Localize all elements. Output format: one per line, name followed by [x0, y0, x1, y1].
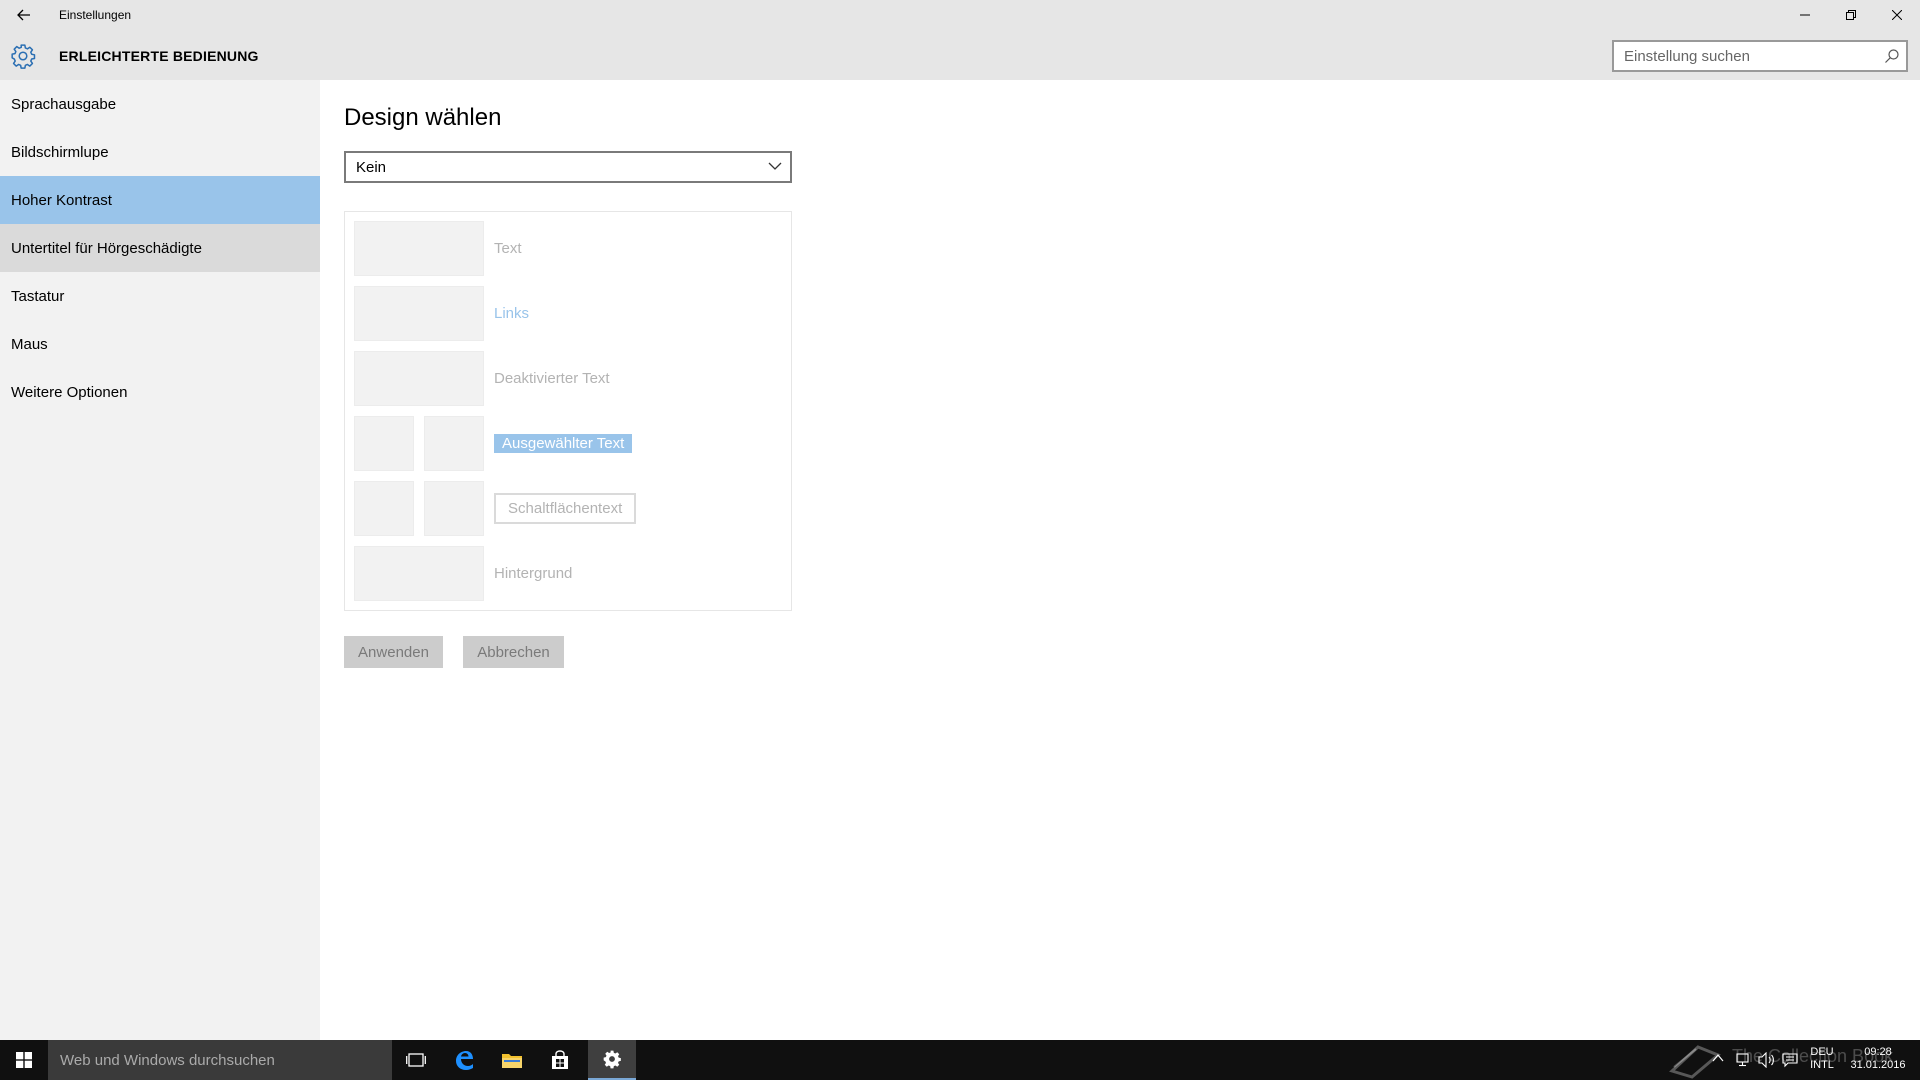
contrast-preview-panel: Text Links Deaktivierter Text Ausgewählt… [344, 211, 792, 611]
preview-disabled-text-label: Deaktivierter Text [494, 370, 610, 387]
preview-text-label: Text [494, 240, 522, 257]
text-color-swatch[interactable] [354, 221, 484, 276]
cancel-button[interactable]: Abbrechen [463, 636, 564, 668]
back-arrow-icon [17, 9, 30, 21]
preview-links-label: Links [494, 305, 530, 322]
minimize-icon [1800, 14, 1810, 16]
disabled-text-color-swatch[interactable] [354, 351, 484, 406]
windows-logo-icon [16, 1052, 32, 1068]
language-code: DEU [1810, 1046, 1834, 1058]
apply-button[interactable]: Anwenden [344, 636, 443, 668]
restore-button[interactable] [1828, 0, 1874, 30]
page-header: ERLEICHTERTE BEDIENUNG [0, 30, 1920, 80]
input-language-indicator[interactable]: DEU INTL [1806, 1046, 1838, 1072]
minimize-button[interactable] [1782, 0, 1828, 30]
settings-search-box[interactable] [1612, 40, 1908, 72]
folder-icon [502, 1054, 522, 1068]
page-title: Design wählen [344, 104, 502, 131]
restore-icon [1846, 10, 1856, 20]
sidebar-item-tastatur[interactable]: Tastatur [0, 272, 320, 320]
preview-button-text-label: Schaltflächentext [494, 493, 637, 524]
chevron-up-icon[interactable] [1712, 1053, 1724, 1063]
clock-time: 09:28 [1864, 1046, 1892, 1058]
sidebar-item-bildschirmlupe[interactable]: Bildschirmlupe [0, 128, 320, 176]
gear-icon [11, 44, 36, 69]
file-explorer-button[interactable] [488, 1040, 536, 1080]
action-center-icon[interactable] [1782, 1052, 1798, 1068]
theme-dropdown-value: Kein [356, 158, 387, 176]
store-button[interactable] [536, 1040, 584, 1080]
network-icon[interactable] [1736, 1052, 1752, 1068]
sidebar-item-hoher-kontrast[interactable]: Hoher Kontrast [0, 176, 320, 224]
edge-icon [456, 1051, 473, 1070]
clock[interactable]: 09:28 31.01.2016 [1842, 1046, 1914, 1072]
title-bar: Einstellungen [0, 0, 1920, 30]
taskbar-search-box[interactable]: Web und Windows durchsuchen [48, 1040, 392, 1080]
sidebar-item-untertitel[interactable]: Untertitel für Hörgeschädigte [0, 224, 320, 272]
chevron-down-icon [768, 162, 782, 170]
settings-gear-icon [603, 1050, 621, 1069]
app-title: Einstellungen [59, 8, 132, 22]
close-icon [1892, 10, 1902, 20]
section-title: ERLEICHTERTE BEDIENUNG [59, 48, 259, 64]
start-button[interactable] [0, 1040, 48, 1080]
selected-text-bg-swatch[interactable] [424, 416, 484, 471]
keyboard-layout: INTL [1810, 1059, 1834, 1071]
button-text-fg-swatch[interactable] [354, 481, 414, 536]
taskbar: Web und Windows durchsuchen The Collecti… [0, 1040, 1920, 1080]
button-text-bg-swatch[interactable] [424, 481, 484, 536]
background-color-swatch[interactable] [354, 546, 484, 601]
edge-browser-button[interactable] [440, 1040, 488, 1080]
close-button[interactable] [1874, 0, 1920, 30]
task-view-button[interactable] [392, 1040, 440, 1080]
back-button[interactable] [0, 0, 48, 30]
store-bag-icon [552, 1050, 568, 1069]
volume-icon[interactable] [1758, 1052, 1776, 1068]
sidebar-item-weitere-optionen[interactable]: Weitere Optionen [0, 368, 320, 416]
search-icon[interactable] [1884, 48, 1900, 64]
selected-text-fg-swatch[interactable] [354, 416, 414, 471]
clock-date: 31.01.2016 [1850, 1059, 1906, 1071]
task-view-icon [406, 1053, 426, 1067]
links-color-swatch[interactable] [354, 286, 484, 341]
settings-app-button[interactable] [588, 1040, 636, 1080]
sidebar-item-maus[interactable]: Maus [0, 320, 320, 368]
preview-background-label: Hintergrund [494, 565, 573, 582]
sidebar: Sprachausgabe Bildschirmlupe Hoher Kontr… [0, 80, 320, 1040]
preview-selected-text-label: Ausgewählter Text [494, 434, 633, 453]
sidebar-item-sprachausgabe[interactable]: Sprachausgabe [0, 80, 320, 128]
theme-dropdown[interactable]: Kein [344, 151, 792, 183]
settings-search-input[interactable] [1614, 42, 1864, 70]
